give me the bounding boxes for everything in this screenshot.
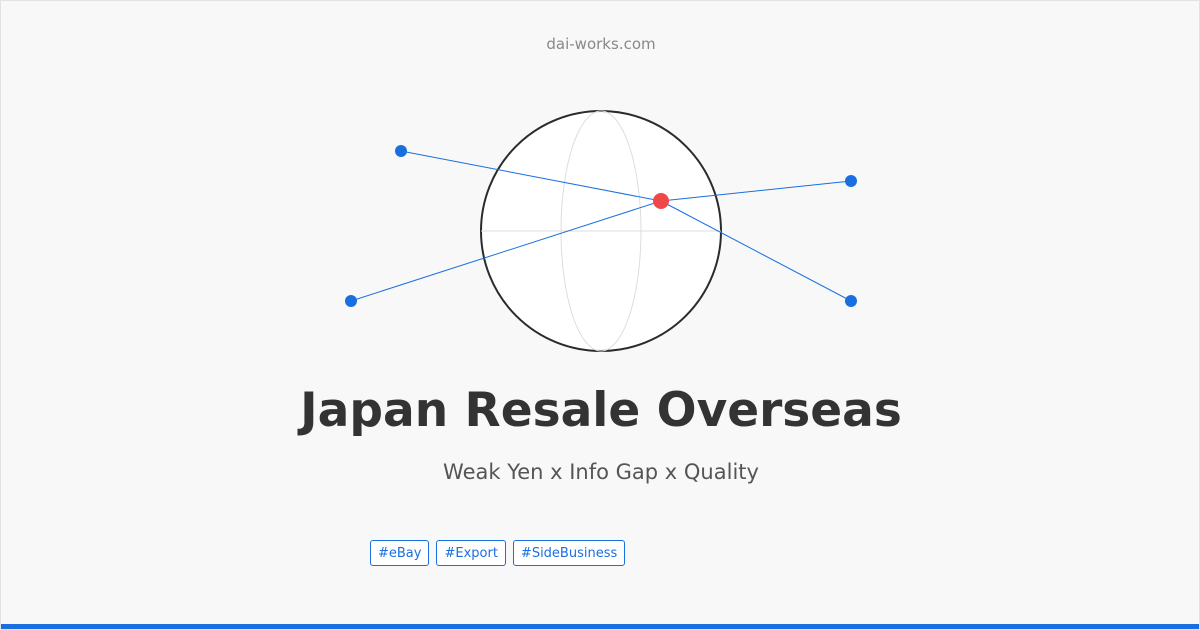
page-title: Japan Resale Overseas [300,383,902,438]
endpoint-dot-top-left [395,145,407,157]
japan-hub-dot [653,193,669,209]
tag-sidebusiness[interactable]: #SideBusiness [512,540,626,566]
page-subtitle: Weak Yen x Info Gap x Quality [443,460,759,484]
globe-connections-icon [345,110,857,352]
og-card: dai-works.com Japan Resale Overseas Weak… [0,0,1200,630]
tag-ebay[interactable]: #eBay [370,540,430,566]
tag-list: #eBay #Export #SideBusiness [370,540,626,566]
tag-export[interactable]: #Export [436,540,506,566]
endpoint-dot-bottom-right [845,295,857,307]
endpoint-dot-top-right [845,175,857,187]
endpoint-dot-bottom-left [345,295,357,307]
accent-bar [1,624,1199,629]
